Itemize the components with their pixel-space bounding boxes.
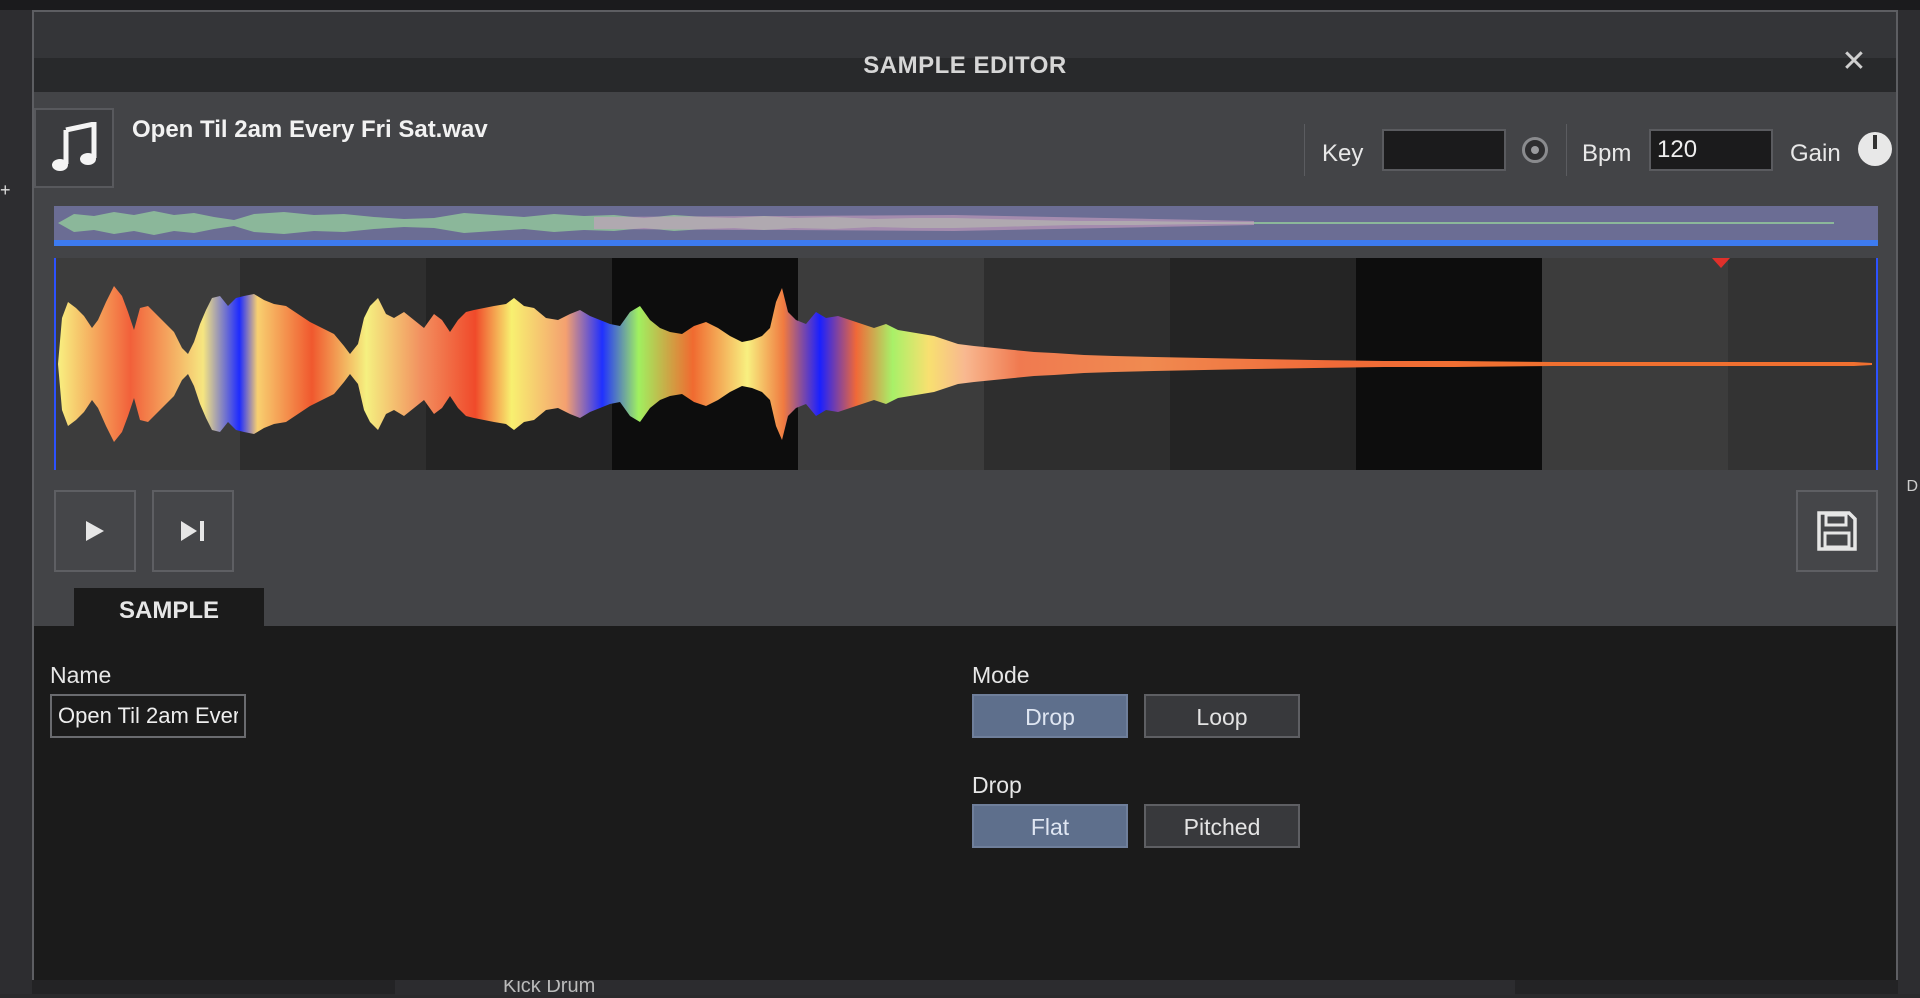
sample-name-input[interactable] xyxy=(50,694,246,738)
loop-start-marker[interactable] xyxy=(54,258,56,470)
close-button[interactable]: ✕ xyxy=(1840,45,1868,78)
skip-to-end-button[interactable] xyxy=(152,490,234,572)
background-edge-glyph: D xyxy=(1906,478,1918,495)
mode-label: Mode xyxy=(972,662,1030,688)
play-button[interactable] xyxy=(54,490,136,572)
file-name: Open Til 2am Every Fri Sat.wav xyxy=(132,116,488,143)
skip-to-end-icon xyxy=(181,521,204,541)
waveform-main[interactable] xyxy=(54,258,1878,470)
header-divider xyxy=(1566,124,1567,176)
bpm-label: Bpm xyxy=(1582,140,1632,167)
background-plus-icon: + xyxy=(0,180,11,200)
background-left-strip xyxy=(0,10,32,994)
name-label: Name xyxy=(50,662,112,688)
tab-sample[interactable]: SAMPLE xyxy=(74,588,264,630)
key-input[interactable] xyxy=(1382,129,1506,171)
save-button[interactable] xyxy=(1796,490,1878,572)
gain-knob[interactable] xyxy=(1858,132,1892,166)
sample-settings-panel: Name Mode Drop Loop Drop Flat Pitched xyxy=(34,626,1896,980)
mode-loop-button[interactable]: Loop xyxy=(1144,694,1300,738)
background-right-strip xyxy=(1898,10,1920,994)
bpm-input[interactable] xyxy=(1649,129,1773,171)
playhead-marker[interactable] xyxy=(1712,258,1730,268)
key-label: Key xyxy=(1322,140,1364,167)
sample-editor-dialog: SAMPLE EDITOR ✕ Open Til 2am Every Fri S… xyxy=(32,10,1898,980)
waveform-overview[interactable] xyxy=(54,206,1878,246)
play-icon xyxy=(86,521,104,541)
mode-drop-button[interactable]: Drop xyxy=(972,694,1128,738)
music-note-icon xyxy=(34,108,114,188)
loop-end-marker[interactable] xyxy=(1876,258,1878,470)
key-detect-button[interactable] xyxy=(1522,137,1548,163)
dialog-titlebar: SAMPLE EDITOR ✕ xyxy=(34,12,1896,92)
drop-pitched-button[interactable]: Pitched xyxy=(1144,804,1300,848)
gain-label: Gain xyxy=(1790,140,1841,167)
save-disk-icon xyxy=(1817,511,1857,551)
dialog-title: SAMPLE EDITOR xyxy=(863,52,1067,79)
header-divider xyxy=(1304,124,1305,176)
drop-flat-button[interactable]: Flat xyxy=(972,804,1128,848)
drop-label: Drop xyxy=(972,772,1022,798)
close-icon: ✕ xyxy=(1841,45,1867,78)
